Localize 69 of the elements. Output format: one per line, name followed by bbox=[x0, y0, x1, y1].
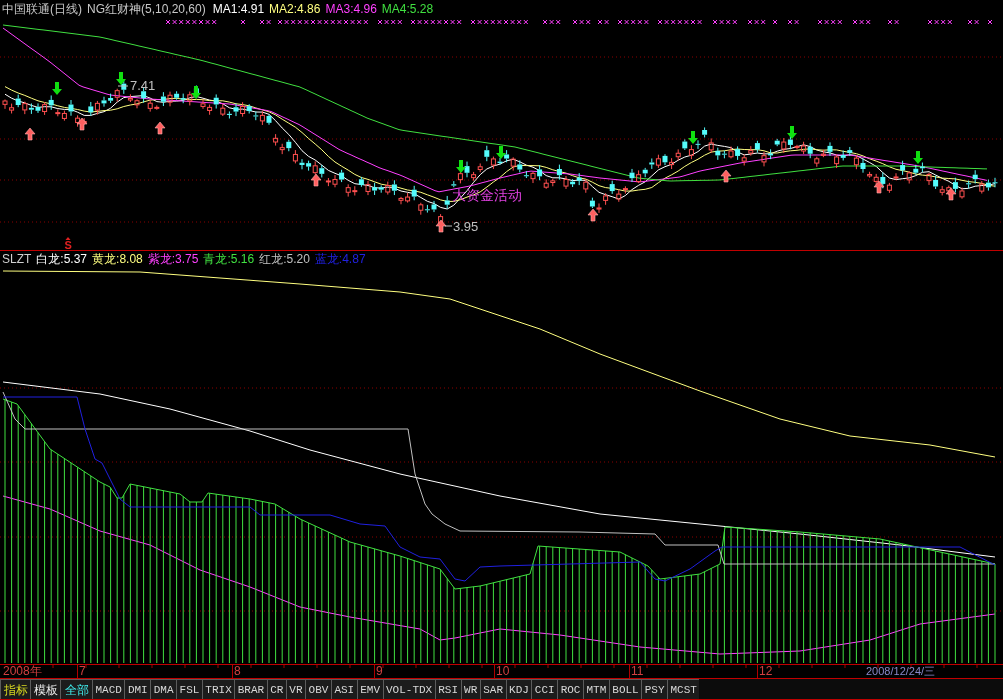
month-label: 8 bbox=[234, 665, 241, 678]
leader-line bbox=[444, 225, 453, 227]
moving-average-value: MA2:4.86 bbox=[269, 1, 321, 17]
indicator-tab[interactable]: ROC bbox=[557, 679, 583, 699]
up-arrow-icon bbox=[154, 121, 166, 135]
down-arrow-icon bbox=[116, 72, 126, 85]
moving-average-value: MA4:5.28 bbox=[381, 1, 434, 17]
down-arrow-icon bbox=[52, 82, 62, 95]
signal-mark: S bbox=[64, 239, 72, 250]
indicator-tab[interactable]: DMI bbox=[124, 679, 151, 699]
month-label: 10 bbox=[496, 665, 510, 678]
indicator-value: 青龙:5.16 bbox=[203, 251, 255, 267]
up-arrow-icon bbox=[310, 173, 322, 187]
down-arrow-icon bbox=[191, 86, 201, 99]
down-arrow-icon bbox=[688, 131, 698, 144]
down-arrow-icon bbox=[913, 151, 923, 164]
month-label: 11 bbox=[631, 665, 644, 678]
down-arrow-icon bbox=[496, 146, 506, 159]
up-arrow-icon bbox=[720, 169, 732, 183]
month-label: 12 bbox=[759, 665, 773, 678]
up-arrow-icon bbox=[587, 208, 599, 222]
month-label: 9 bbox=[376, 665, 383, 678]
indicator-tab[interactable]: MACD bbox=[92, 679, 125, 699]
down-arrow-icon bbox=[787, 126, 797, 139]
indicator-tab[interactable]: OBV bbox=[305, 679, 331, 699]
indicator-tab[interactable]: VR bbox=[285, 679, 306, 699]
up-arrow-icon bbox=[945, 187, 957, 201]
indicator-tab[interactable]: RSI bbox=[434, 679, 461, 699]
mode-tab[interactable]: 指标 bbox=[0, 679, 30, 699]
indicator-tab[interactable]: MTM bbox=[583, 679, 609, 699]
indicator-value: 蓝龙:4.87 bbox=[314, 251, 366, 267]
indicator-value: 紫龙:3.75 bbox=[147, 251, 199, 267]
up-arrow-icon bbox=[435, 219, 447, 233]
indicator-tab[interactable]: CCI bbox=[531, 679, 558, 699]
moving-average-value: MA1:4.91 bbox=[212, 1, 265, 17]
security-title: 中国联通(日线) bbox=[2, 1, 82, 17]
indicator-tab[interactable]: BOLL bbox=[608, 679, 642, 699]
up-arrow-icon bbox=[873, 180, 885, 194]
indicator-tab[interactable]: ASI bbox=[330, 679, 357, 699]
indicator-tab[interactable]: SAR bbox=[479, 679, 506, 699]
group-tab[interactable]: 全部 bbox=[60, 679, 92, 699]
high-price-label: 7.41 bbox=[130, 78, 156, 93]
low-price-label: 3.95 bbox=[453, 219, 479, 234]
indicator-tab[interactable]: PSY bbox=[641, 679, 667, 699]
indicator-tab[interactable]: DMA bbox=[150, 679, 177, 699]
down-arrow-icon bbox=[456, 160, 466, 173]
indicator-tab[interactable]: WR bbox=[460, 679, 480, 699]
cursor-date-label: 2008/12/24/三 bbox=[866, 665, 936, 678]
indicator-tab[interactable]: TRIX bbox=[201, 679, 235, 699]
indicator-tab[interactable]: BRAR bbox=[234, 679, 267, 699]
indicator-tab[interactable]: MCST bbox=[667, 679, 700, 699]
indicator-name: SLZT bbox=[2, 251, 32, 267]
indicator-tab[interactable]: EMV bbox=[356, 679, 383, 699]
mode-tab[interactable]: 模板 bbox=[30, 679, 60, 699]
year-label: 2008年 bbox=[3, 665, 42, 678]
up-arrow-icon bbox=[24, 127, 36, 141]
leader-line bbox=[117, 85, 129, 87]
indicator-tab[interactable]: KDJ bbox=[505, 679, 532, 699]
indicator-tab[interactable]: FSL bbox=[176, 679, 202, 699]
indicator-value: 白龙:5.37 bbox=[36, 251, 88, 267]
indicator-title: NG红财神(5,10,20,60) bbox=[87, 1, 206, 17]
up-triangle-icon bbox=[65, 237, 71, 240]
moving-average-value: MA3:4.96 bbox=[325, 1, 377, 17]
indicator-value: 黄龙:8.08 bbox=[92, 251, 143, 267]
indicator-value: 红龙:5.20 bbox=[259, 251, 310, 267]
indicator-tab[interactable]: VOL-TDX bbox=[382, 679, 435, 699]
up-arrow-icon bbox=[76, 117, 88, 131]
month-label: 7 bbox=[79, 665, 86, 678]
indicator-tab[interactable]: CR bbox=[266, 679, 286, 699]
